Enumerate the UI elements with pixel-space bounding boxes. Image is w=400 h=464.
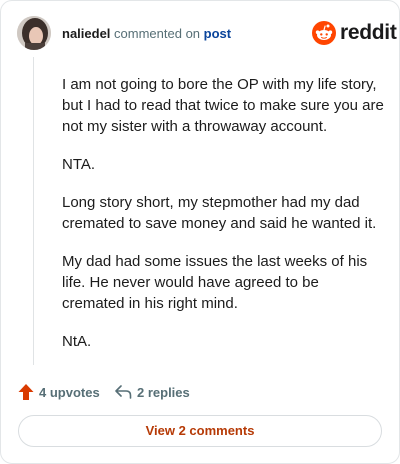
comment-paragraph: NtA. <box>62 333 92 350</box>
comment-verb: commented on <box>114 26 201 41</box>
avatar-image <box>17 16 51 50</box>
view-comments-button[interactable]: View 2 comments <box>18 415 382 447</box>
reply-button[interactable]: 2 replies <box>114 382 190 402</box>
avatar[interactable] <box>17 16 51 50</box>
thread-line[interactable] <box>33 57 34 365</box>
comment-paragraph: NTA. <box>62 156 96 173</box>
reddit-brand[interactable]: reddit <box>312 21 397 45</box>
comment-body: I am not going to bore the OP with my li… <box>62 74 384 369</box>
reddit-logo-icon <box>312 21 336 45</box>
reply-arrow-icon <box>115 385 132 399</box>
comment-paragraph: Long story short, my stepmother had my d… <box>62 194 377 232</box>
post-link[interactable]: post <box>204 26 231 41</box>
comment-card: naliedel commented on post reddit I am n… <box>0 0 400 464</box>
comment-paragraph: My dad had some issues the last weeks of… <box>62 253 368 312</box>
brand-wordmark: reddit <box>340 21 397 44</box>
comment-paragraph: I am not going to bore the OP with my li… <box>62 76 384 135</box>
upvote-arrow-icon <box>18 384 34 400</box>
comment-header: naliedel commented on post <box>62 26 231 42</box>
upvote-button[interactable]: 4 upvotes <box>18 382 100 402</box>
username[interactable]: naliedel <box>62 26 110 41</box>
reply-count: 2 replies <box>137 384 190 400</box>
upvote-count: 4 upvotes <box>39 384 100 400</box>
